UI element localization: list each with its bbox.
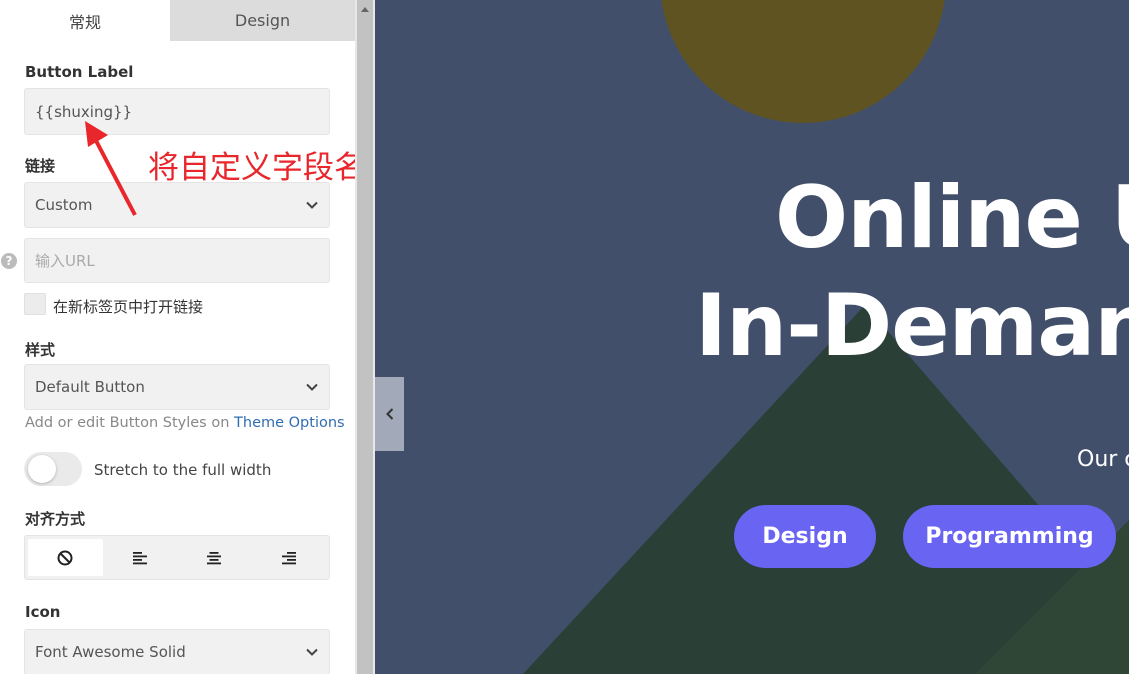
decorative-circle bbox=[661, 0, 945, 123]
new-tab-label: 在新标签页中打开链接 bbox=[53, 298, 204, 316]
url-input[interactable]: 输入URL bbox=[24, 238, 330, 283]
align-none-button[interactable] bbox=[28, 539, 103, 576]
hero-title-line1: Online Ur bbox=[775, 168, 1129, 268]
collapse-panel-button[interactable] bbox=[375, 377, 404, 451]
style-hint: Add or edit Button Styles on Theme Optio… bbox=[25, 415, 345, 431]
url-placeholder: 输入URL bbox=[35, 252, 95, 270]
icon-library-value: Font Awesome Solid bbox=[35, 643, 186, 661]
settings-panel: 常规 Design Button Label {{shuxing}} 链接 Cu… bbox=[0, 0, 355, 674]
stretch-toggle[interactable] bbox=[24, 452, 82, 486]
annotation-arrow-icon bbox=[85, 121, 137, 216]
stretch-label: Stretch to the full width bbox=[94, 461, 272, 479]
annotation-text: 将自定义字段名称填到这里 bbox=[148, 150, 355, 186]
scrollbar-thumb[interactable] bbox=[357, 0, 373, 674]
style-select[interactable]: Default Button bbox=[24, 364, 330, 410]
tab-general[interactable]: 常规 bbox=[0, 0, 170, 41]
style-hint-text: Add or edit Button Styles on bbox=[25, 415, 235, 431]
link-heading: 链接 bbox=[25, 157, 56, 175]
hero-subtitle: Our c bbox=[1077, 447, 1129, 472]
toggle-knob bbox=[28, 455, 56, 483]
align-left-button[interactable] bbox=[103, 539, 178, 576]
alignment-group bbox=[24, 535, 330, 580]
chevron-down-icon bbox=[306, 383, 318, 391]
alignment-heading: 对齐方式 bbox=[25, 510, 86, 528]
align-right-icon bbox=[281, 551, 296, 564]
scroll-up-icon[interactable] bbox=[359, 4, 371, 16]
new-tab-checkbox[interactable] bbox=[24, 293, 46, 315]
button-label-heading: Button Label bbox=[25, 63, 134, 81]
link-type-select[interactable]: Custom bbox=[24, 182, 330, 228]
button-label-input[interactable]: {{shuxing}} bbox=[24, 88, 330, 135]
icon-heading: Icon bbox=[25, 603, 61, 621]
link-type-value: Custom bbox=[35, 196, 93, 214]
align-left-icon bbox=[132, 551, 147, 564]
tab-design[interactable]: Design bbox=[170, 0, 355, 41]
align-right-button[interactable] bbox=[252, 539, 327, 576]
help-icon[interactable]: ? bbox=[1, 253, 17, 269]
none-icon bbox=[57, 550, 73, 565]
style-value: Default Button bbox=[35, 378, 145, 396]
programming-button[interactable]: Programming bbox=[903, 505, 1116, 568]
theme-options-link[interactable]: Theme Options bbox=[234, 415, 345, 431]
chevron-down-icon bbox=[306, 201, 318, 209]
page-preview: Online Ur In-Demand Our c Design Program… bbox=[375, 0, 1129, 674]
hero-title-line2: In-Demand bbox=[695, 276, 1129, 376]
design-button[interactable]: Design bbox=[734, 505, 876, 568]
chevron-down-icon bbox=[306, 648, 318, 656]
style-heading: 样式 bbox=[25, 341, 56, 359]
icon-library-select[interactable]: Font Awesome Solid bbox=[24, 629, 330, 674]
align-center-icon bbox=[207, 551, 222, 564]
chevron-left-icon bbox=[385, 408, 393, 420]
align-center-button[interactable] bbox=[177, 539, 252, 576]
panel-tabs: 常规 Design bbox=[0, 0, 355, 41]
